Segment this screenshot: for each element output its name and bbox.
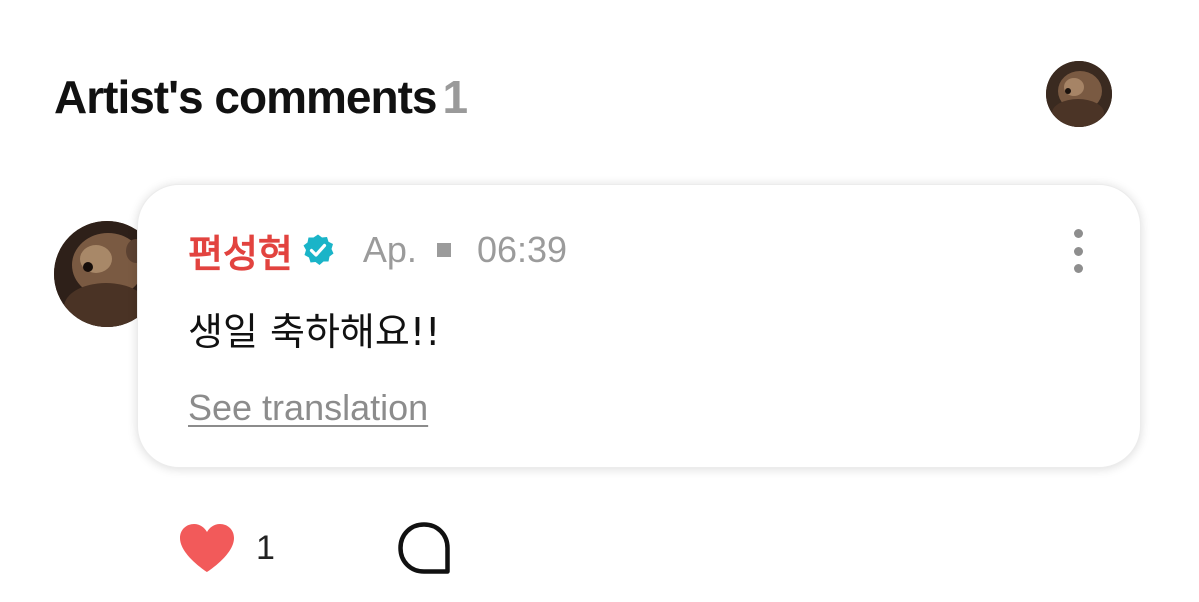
section-title: Artist's comments [54, 71, 437, 123]
see-translation-link[interactable]: See translation [188, 387, 428, 429]
separator-square-icon [436, 243, 451, 257]
author-name[interactable]: 편성현 [188, 223, 293, 278]
comment-meta: 편성현 Ap. 06:39 [188, 223, 567, 277]
comment-date: Ap. [362, 229, 417, 270]
comment-card: 편성현 Ap. 06:39 생일 축하해요!! See translation [137, 184, 1141, 468]
comment-time: 06:39 [476, 229, 568, 270]
comment-bubble-icon [398, 522, 450, 574]
more-dot [1073, 229, 1083, 238]
verified-badge-icon [303, 234, 334, 265]
like-button[interactable]: 1 [178, 520, 288, 576]
more-vertical-icon[interactable] [1068, 229, 1088, 273]
more-dot [1073, 264, 1083, 273]
section-header: Artist's comments 1 [54, 70, 469, 124]
reply-button[interactable] [396, 520, 452, 576]
comment-body: 생일 축하해요!! [188, 310, 441, 354]
comment-count: 1 [442, 71, 469, 123]
profile-avatar-icon [1046, 61, 1112, 127]
like-count: 1 [256, 528, 275, 567]
heart-icon [180, 524, 234, 572]
more-dot [1073, 246, 1083, 256]
header-avatar[interactable] [1046, 61, 1112, 127]
